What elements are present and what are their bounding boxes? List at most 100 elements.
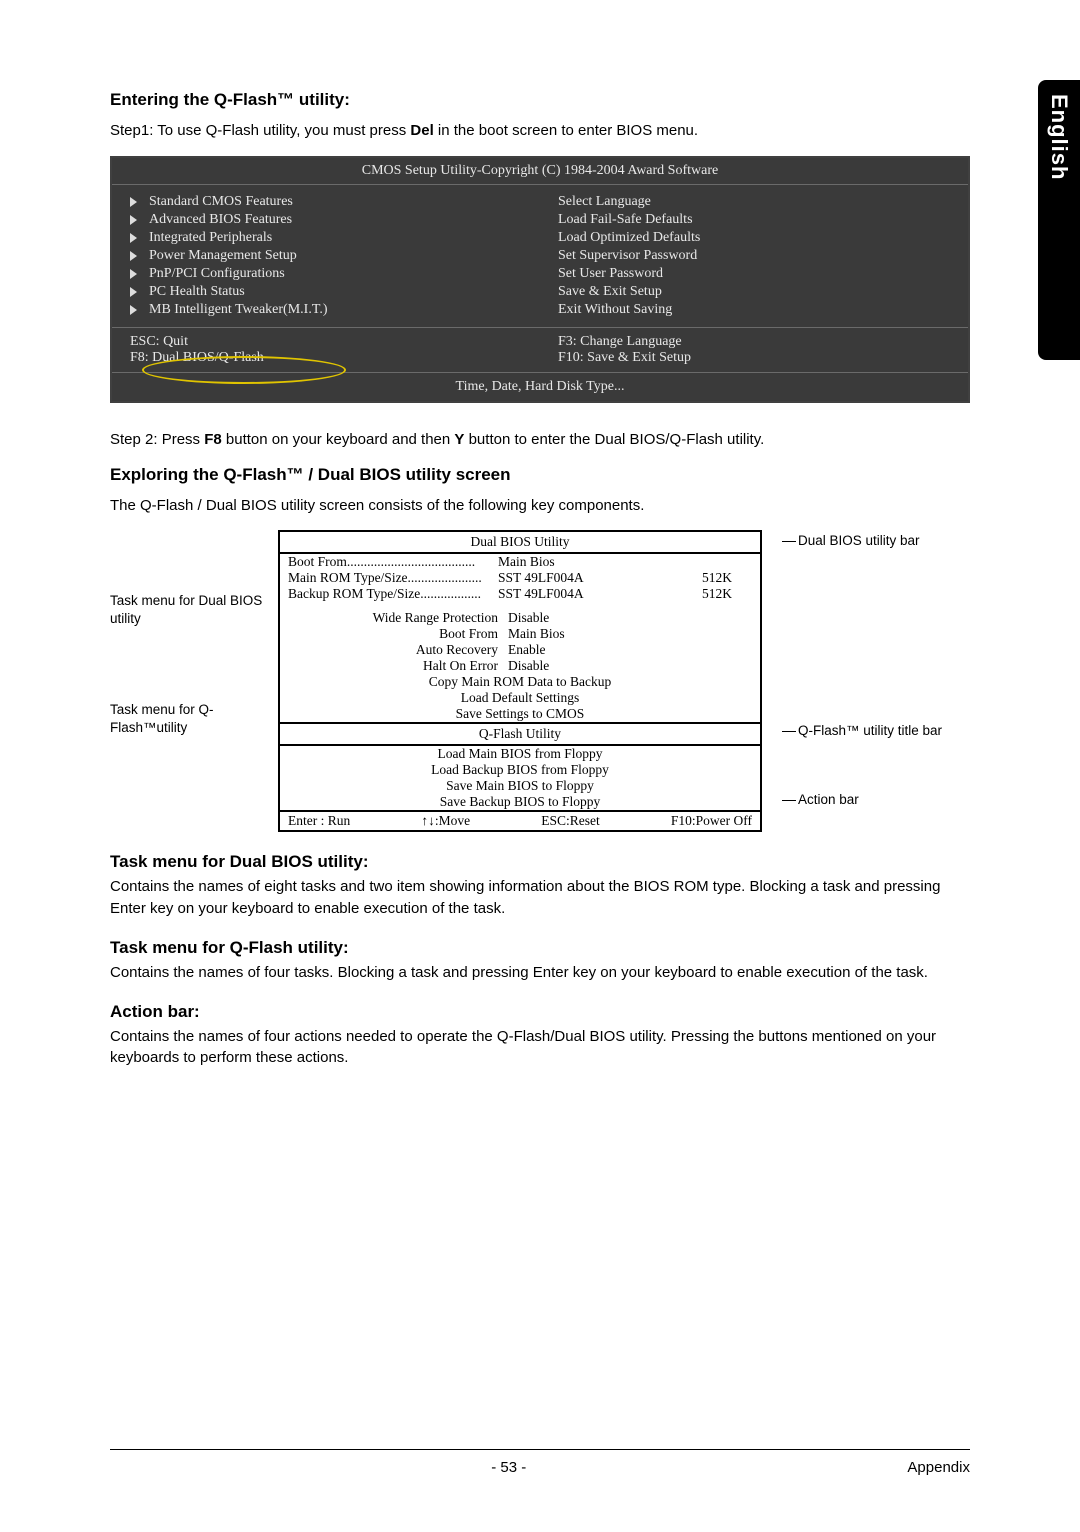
callout-label: Task menu for Dual BIOS utility [110, 592, 270, 627]
callout-qflash-title-bar: Q-Flash™ utility title bar [782, 722, 952, 740]
bios-left-menu: Standard CMOS Features Advanced BIOS Fea… [112, 185, 540, 327]
callout-label: Task menu for Q-Flash™utility [110, 701, 270, 736]
bios-menu-item: Load Fail-Safe Defaults [558, 212, 693, 228]
bios-menu-item: PC Health Status [149, 284, 245, 300]
paragraph-action-bar: Contains the names of four actions neede… [110, 1026, 970, 1070]
setting-label: Wide Range Protection [288, 610, 508, 626]
triangle-icon [130, 197, 137, 207]
bios-menu-item: Integrated Peripherals [149, 230, 272, 246]
footer-section: Appendix [907, 1459, 970, 1476]
setting-value: Main Bios [508, 626, 752, 642]
section-exploring-title: Exploring the Q-Flash™ / Dual BIOS utili… [110, 465, 970, 485]
setting-value: Enable [508, 642, 752, 658]
info-row: Backup ROM Type/Size..................SS… [280, 586, 760, 602]
info-value: SST 49LF004A [498, 586, 628, 602]
info-value: SST 49LF004A [498, 570, 628, 586]
bios-menu-item: Set Supervisor Password [558, 248, 697, 264]
bios-foot-esc: ESC: Quit [130, 334, 522, 350]
setting-row: Halt On ErrorDisable [280, 658, 760, 674]
dual-bios-utility-screenshot: Dual BIOS Utility Boot From.............… [278, 530, 762, 832]
page-number: - 53 - [491, 1459, 526, 1476]
bios-menu-item: PnP/PCI Configurations [149, 266, 285, 282]
bios-menu-item: Power Management Setup [149, 248, 297, 264]
step2-key-y: Y [454, 431, 464, 448]
step1-text: Step1: To use Q-Flash utility, you must … [110, 120, 970, 142]
section-entering-qflash-title: Entering the Q-Flash™ utility: [110, 90, 970, 110]
setting-row: Auto RecoveryEnable [280, 642, 760, 658]
step2-e: button to enter the Dual BIOS/Q-Flash ut… [464, 431, 764, 448]
bios-setup-screenshot: CMOS Setup Utility-Copyright (C) 1984-20… [110, 156, 970, 403]
paragraph-task-qflash: Contains the names of four tasks. Blocki… [110, 962, 970, 984]
callout-label: Action bar [798, 792, 859, 807]
bios-menu-item: Set User Password [558, 266, 663, 282]
qflash-title-bar: Q-Flash Utility [280, 724, 760, 744]
bios-status-line: Time, Date, Hard Disk Type... [112, 373, 968, 401]
action-f10: F10:Power Off [671, 813, 752, 829]
info-size: 512K [628, 570, 752, 586]
step1-text-a: Step1: To use Q-Flash utility, you must … [110, 122, 410, 139]
subheading-action-bar: Action bar: [110, 1002, 970, 1022]
setting-label: Halt On Error [288, 658, 508, 674]
info-row: Main ROM Type/Size......................… [280, 570, 760, 586]
triangle-icon [130, 269, 137, 279]
task-item: Load Default Settings [280, 690, 760, 706]
bios-foot-f3: F3: Change Language [558, 334, 950, 350]
step2-key-f8: F8 [204, 431, 222, 448]
language-label: English [1046, 94, 1072, 180]
action-esc: ESC:Reset [541, 813, 600, 829]
task-item: Load Main BIOS from Floppy [280, 746, 760, 762]
subheading-task-dualbios: Task menu for Dual BIOS utility: [110, 852, 970, 872]
step2-a: Step 2: Press [110, 431, 204, 448]
bios-menu-item: Standard CMOS Features [149, 194, 293, 210]
bios-menu-item: Exit Without Saving [558, 302, 672, 318]
setting-row: Boot FromMain Bios [280, 626, 760, 642]
action-enter: Enter : Run [288, 813, 350, 829]
paragraph-task-dualbios: Contains the names of eight tasks and tw… [110, 876, 970, 920]
triangle-icon [130, 251, 137, 261]
action-bar: Enter : Run ↑↓:Move ESC:Reset F10:Power … [280, 812, 760, 830]
step1-key-del: Del [410, 122, 433, 139]
callout-dualbios-bar: Dual BIOS utility bar [782, 532, 952, 550]
setting-value: Disable [508, 610, 752, 626]
info-label: Main ROM Type/Size...................... [288, 570, 498, 586]
bios-foot-f10: F10: Save & Exit Setup [558, 350, 950, 366]
setting-value: Disable [508, 658, 752, 674]
callout-task-menu-dualbios: Task menu for Dual BIOS utility [110, 592, 270, 629]
callout-label: Q-Flash™ utility title bar [798, 723, 942, 738]
bios-foot-f8: F8: Dual BIOS/Q-Flash [130, 350, 522, 366]
language-side-tab: English [1038, 80, 1080, 360]
setting-row: Wide Range ProtectionDisable [280, 610, 760, 626]
task-item: Load Backup BIOS from Floppy [280, 762, 760, 778]
triangle-icon [130, 215, 137, 225]
task-item: Copy Main ROM Data to Backup [280, 674, 760, 690]
info-size: 512K [628, 586, 752, 602]
callout-label: Dual BIOS utility bar [798, 533, 920, 548]
setting-label: Auto Recovery [288, 642, 508, 658]
step2-text: Step 2: Press F8 button on your keyboard… [110, 429, 970, 451]
info-label: Boot From...............................… [288, 554, 498, 570]
triangle-icon [130, 233, 137, 243]
bios-menu-item: MB Intelligent Tweaker(M.I.T.) [149, 302, 328, 318]
footer-rule [110, 1449, 970, 1450]
bios-menu-item: Load Optimized Defaults [558, 230, 700, 246]
bios-menu-item: Save & Exit Setup [558, 284, 662, 300]
task-item: Save Backup BIOS to Floppy [280, 794, 760, 810]
bios-right-menu: Select Language Load Fail-Safe Defaults … [540, 185, 968, 327]
callout-task-menu-qflash: Task menu for Q-Flash™utility [110, 701, 270, 738]
bios-menu-item: Advanced BIOS Features [149, 212, 292, 228]
info-size [628, 554, 752, 570]
task-item: Save Settings to CMOS [280, 706, 760, 722]
section-exploring-intro: The Q-Flash / Dual BIOS utility screen c… [110, 495, 970, 517]
info-row: Boot From...............................… [280, 554, 760, 570]
subheading-task-qflash: Task menu for Q-Flash utility: [110, 938, 970, 958]
step1-text-c: in the boot screen to enter BIOS menu. [434, 122, 698, 139]
info-label: Backup ROM Type/Size.................. [288, 586, 498, 602]
dualbios-title-bar: Dual BIOS Utility [280, 532, 760, 552]
triangle-icon [130, 287, 137, 297]
info-value: Main Bios [498, 554, 628, 570]
bios-menu-item: Select Language [558, 194, 651, 210]
setting-label: Boot From [288, 626, 508, 642]
callout-action-bar: Action bar [782, 791, 952, 809]
task-item: Save Main BIOS to Floppy [280, 778, 760, 794]
bios-title: CMOS Setup Utility-Copyright (C) 1984-20… [112, 158, 968, 185]
